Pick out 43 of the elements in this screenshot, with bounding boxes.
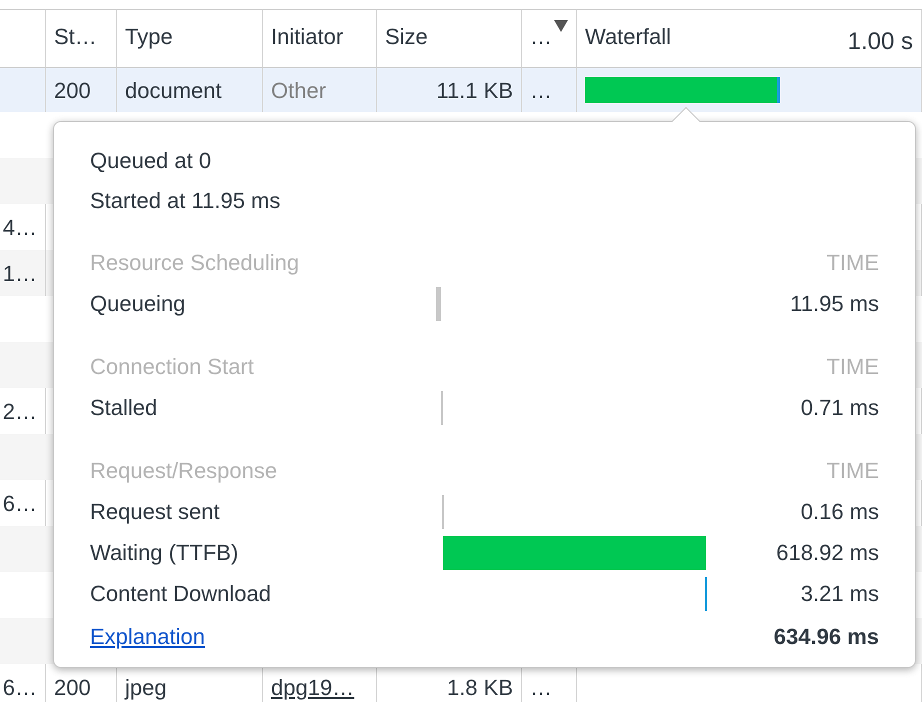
table-cell-text: Other bbox=[271, 76, 326, 104]
timing-label: Queueing bbox=[90, 290, 186, 318]
total-time: 634.96 ms bbox=[774, 622, 879, 650]
column-header[interactable]: Size bbox=[385, 20, 428, 53]
table-cell-text: 1.8 KB bbox=[446, 674, 513, 702]
table-cell-text: 200 bbox=[54, 674, 91, 702]
time-column-label: TIME bbox=[825, 249, 879, 277]
table-cell-text: … bbox=[530, 76, 552, 104]
timing-text: Started at 11.95 ms bbox=[90, 186, 282, 214]
timing-text: Queued at 0 bbox=[90, 146, 212, 174]
column-header[interactable]: Type bbox=[125, 20, 173, 53]
timing-value: 0.16 ms bbox=[800, 498, 879, 526]
section-title: Request/Response bbox=[90, 457, 278, 485]
timing-value: 11.95 ms bbox=[789, 290, 879, 318]
selected-row-highlight[interactable]: 200 document Other 11.1 KB … bbox=[0, 68, 922, 112]
timing-label: Request sent bbox=[90, 498, 221, 526]
column-header[interactable]: St… bbox=[54, 20, 97, 53]
table-cell-text: document bbox=[125, 76, 222, 104]
timing-value: 3.21 ms bbox=[800, 580, 879, 608]
table-cell[interactable]: 1… bbox=[2, 256, 37, 290]
time-scale-label: 1.00 s bbox=[848, 27, 913, 57]
table-cell-text: jpeg bbox=[125, 674, 167, 702]
timing-label: Stalled bbox=[90, 394, 158, 422]
column-header[interactable]: … bbox=[530, 20, 552, 53]
timing-value: 0.71 ms bbox=[800, 394, 879, 422]
column-header[interactable]: Waterfall bbox=[585, 20, 671, 53]
explanation-link[interactable]: Explanation bbox=[90, 620, 205, 652]
table-cell[interactable]: 4… bbox=[2, 210, 37, 244]
table-cell-text: … bbox=[530, 674, 552, 702]
section-title: Connection Start bbox=[90, 353, 255, 381]
table-cell[interactable]: 6… bbox=[2, 670, 37, 702]
section-title: Resource Scheduling bbox=[90, 249, 300, 277]
time-column-label: TIME bbox=[825, 457, 879, 485]
table-cell[interactable]: 6… bbox=[2, 486, 37, 520]
table-cell[interactable]: 2… bbox=[2, 394, 37, 428]
table-cell-text: 200 bbox=[54, 76, 91, 104]
timing-label: Content Download bbox=[90, 580, 272, 608]
timing-value: 618.92 ms bbox=[775, 539, 879, 567]
timing-label: Waiting (TTFB) bbox=[90, 539, 240, 567]
time-column-label: TIME bbox=[825, 353, 879, 381]
table-cell-text: 11.1 KB bbox=[436, 76, 513, 104]
column-header[interactable]: Initiator bbox=[271, 20, 344, 53]
initiator-link[interactable]: dpg19… bbox=[271, 670, 354, 702]
